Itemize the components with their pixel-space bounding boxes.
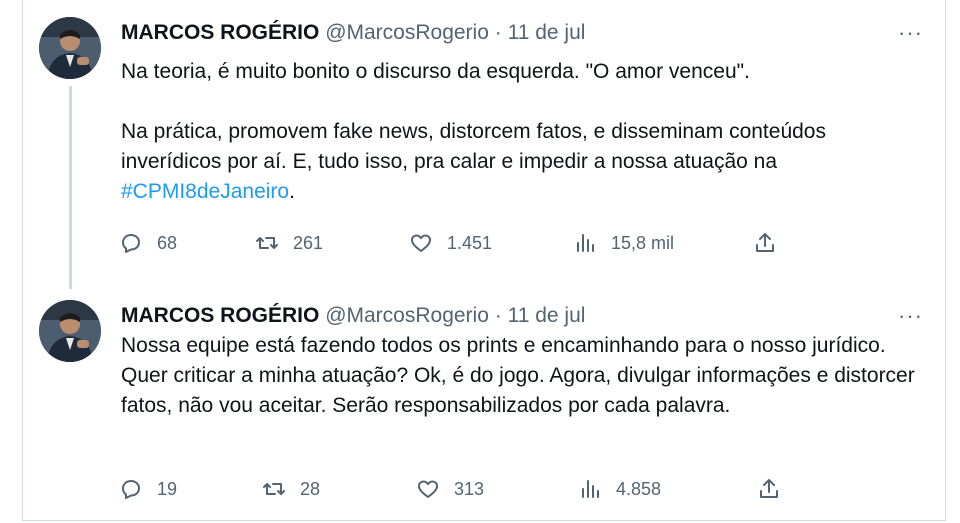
- reply-icon: [122, 234, 140, 253]
- reply-button[interactable]: 19: [119, 474, 177, 504]
- tweet-text: Nossa equipe está fazendo todos os print…: [121, 331, 921, 421]
- reply-count: 19: [157, 478, 178, 499]
- reply-count: 68: [157, 232, 178, 253]
- retweet-count: 261: [293, 232, 324, 253]
- share-icon: [760, 479, 778, 498]
- avatar[interactable]: [39, 17, 101, 79]
- views-button[interactable]: 15,8 mil: [573, 228, 674, 258]
- retweet-icon: [263, 483, 285, 495]
- views-button[interactable]: 4.858: [578, 474, 661, 504]
- author-name[interactable]: MARCOS ROGÉRIO: [121, 304, 319, 327]
- avatar-photo-icon: [39, 17, 101, 79]
- retweet-button[interactable]: 261: [255, 228, 323, 258]
- retweet-button[interactable]: 28: [262, 474, 320, 504]
- views-icon: [582, 480, 599, 498]
- tweet-header: MARCOS ROGÉRIO @MarcosRogerio · 11 de ju…: [121, 20, 585, 46]
- avatar-photo-icon: [39, 300, 101, 362]
- views-count: 4.858: [616, 478, 662, 499]
- hashtag-link[interactable]: #CPMI8deJaneiro: [121, 180, 289, 203]
- like-count: 313: [454, 478, 485, 499]
- thread-connector: [69, 86, 72, 289]
- like-button[interactable]: 313: [416, 474, 484, 504]
- timeline-frame: MARCOS ROGÉRIO @MarcosRogerio · 11 de ju…: [22, 0, 946, 521]
- like-button[interactable]: 1.451: [409, 228, 492, 258]
- views-icon: [577, 234, 594, 252]
- share-button[interactable]: [753, 228, 777, 258]
- tweet-1[interactable]: MARCOS ROGÉRIO @MarcosRogerio · 11 de ju…: [23, 0, 945, 289]
- tweet-actions: 19 28 313 4.858: [119, 474, 819, 504]
- tweet-paragraph: Na prática, promovem fake news, distorce…: [121, 120, 826, 173]
- retweet-icon: [256, 237, 278, 249]
- tweet-paragraph: Nossa equipe está fazendo todos os print…: [121, 334, 915, 417]
- tweet-paragraph: Na teoria, é muito bonito o discurso da …: [121, 60, 750, 83]
- reply-button[interactable]: 68: [119, 228, 177, 258]
- views-count: 15,8 mil: [611, 232, 675, 253]
- author-name[interactable]: MARCOS ROGÉRIO: [121, 21, 319, 44]
- share-icon: [756, 233, 774, 252]
- hashtag-suffix: .: [289, 180, 295, 203]
- more-icon[interactable]: ···: [898, 22, 923, 44]
- like-icon: [411, 234, 431, 252]
- like-icon: [418, 480, 438, 498]
- tweet-date[interactable]: 11 de jul: [508, 304, 586, 327]
- more-icon[interactable]: ···: [898, 305, 923, 327]
- author-handle[interactable]: @MarcosRogerio: [325, 21, 489, 44]
- avatar[interactable]: [39, 300, 101, 362]
- retweet-count: 28: [300, 478, 321, 499]
- separator-dot: ·: [494, 21, 502, 44]
- tweet-date[interactable]: 11 de jul: [508, 21, 586, 44]
- author-handle[interactable]: @MarcosRogerio: [325, 304, 489, 327]
- reply-icon: [122, 480, 140, 499]
- like-count: 1.451: [447, 232, 493, 253]
- separator-dot: ·: [494, 304, 502, 327]
- tweet-text: Na teoria, é muito bonito o discurso da …: [121, 57, 921, 207]
- tweet-header: MARCOS ROGÉRIO @MarcosRogerio · 11 de ju…: [121, 303, 585, 329]
- tweet-2[interactable]: MARCOS ROGÉRIO @MarcosRogerio · 11 de ju…: [23, 283, 945, 521]
- share-button[interactable]: [757, 474, 781, 504]
- tweet-actions: 68 261 1.451 15,8 mil: [119, 228, 819, 258]
